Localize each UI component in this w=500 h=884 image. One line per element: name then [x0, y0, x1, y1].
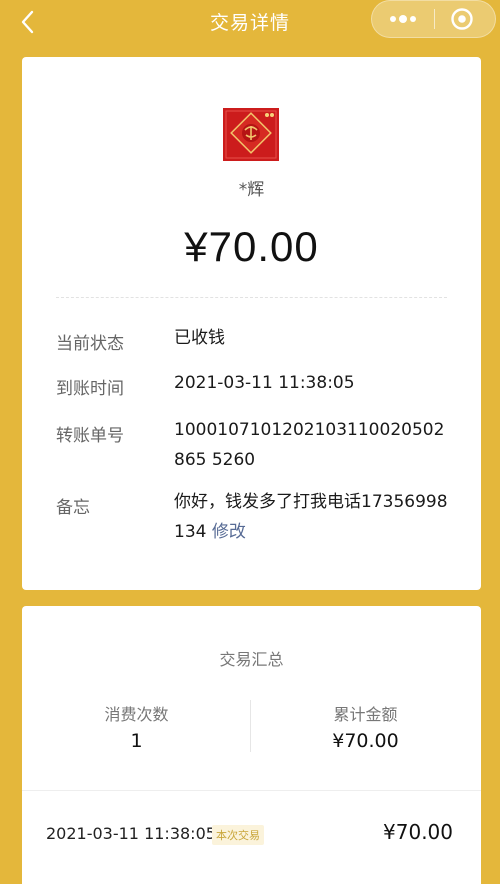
receipt-card: *辉 ¥70.00 当前状态 已收钱 到账时间 2021-03-11 11:38… — [22, 57, 481, 590]
status-value: 已收钱 — [174, 328, 225, 348]
transfer-amount: ¥70.00 — [184, 223, 319, 270]
red-new-year-avatar — [223, 108, 279, 161]
summary-title: 交易汇总 — [219, 650, 284, 669]
app-frame: 交易详情 *辉 ¥70.00 当前状态 已收钱 到账时间 2021-03-11 … — [0, 0, 500, 884]
arrival-time-value: 2021-03-11 11:38:05 — [174, 373, 355, 393]
purchase-count-value: 1 — [130, 730, 143, 752]
payee-avatar[interactable] — [223, 108, 279, 161]
more-button[interactable] — [372, 1, 434, 37]
memo-label: 备忘 — [56, 498, 90, 518]
transaction-summary-card: 交易汇总 消费次数 1 累计金额 ¥70.00 2021-03-11 11:38… — [22, 606, 481, 884]
total-amount-label: 累计金额 — [333, 705, 398, 724]
current-transaction-badge: 本次交易 — [212, 825, 264, 845]
transaction-time: 2021-03-11 11:38:05 — [46, 824, 216, 843]
edit-memo-link[interactable]: 修改 — [212, 522, 246, 542]
more-dots-icon — [390, 15, 416, 23]
payee-name: *辉 — [238, 180, 265, 200]
purchase-count-label: 消费次数 — [104, 705, 169, 724]
circle-dot-icon — [451, 8, 473, 30]
memo-value: 你好，钱发多了打我电话17356998134 修改 — [174, 487, 454, 547]
transfer-number-label: 转账单号 — [56, 426, 124, 446]
close-button[interactable] — [435, 1, 495, 37]
summary-divider — [22, 790, 481, 791]
total-amount-value: ¥70.00 — [332, 730, 399, 752]
dashed-divider — [56, 297, 447, 298]
arrival-time-label: 到账时间 — [56, 379, 124, 399]
status-label: 当前状态 — [56, 334, 124, 354]
transaction-amount: ¥70.00 — [383, 820, 453, 844]
mini-program-capsule — [371, 0, 496, 38]
transfer-number-value: 1000107101202103110020502865 5260 — [174, 420, 445, 470]
nav-header: 交易详情 — [0, 0, 500, 44]
